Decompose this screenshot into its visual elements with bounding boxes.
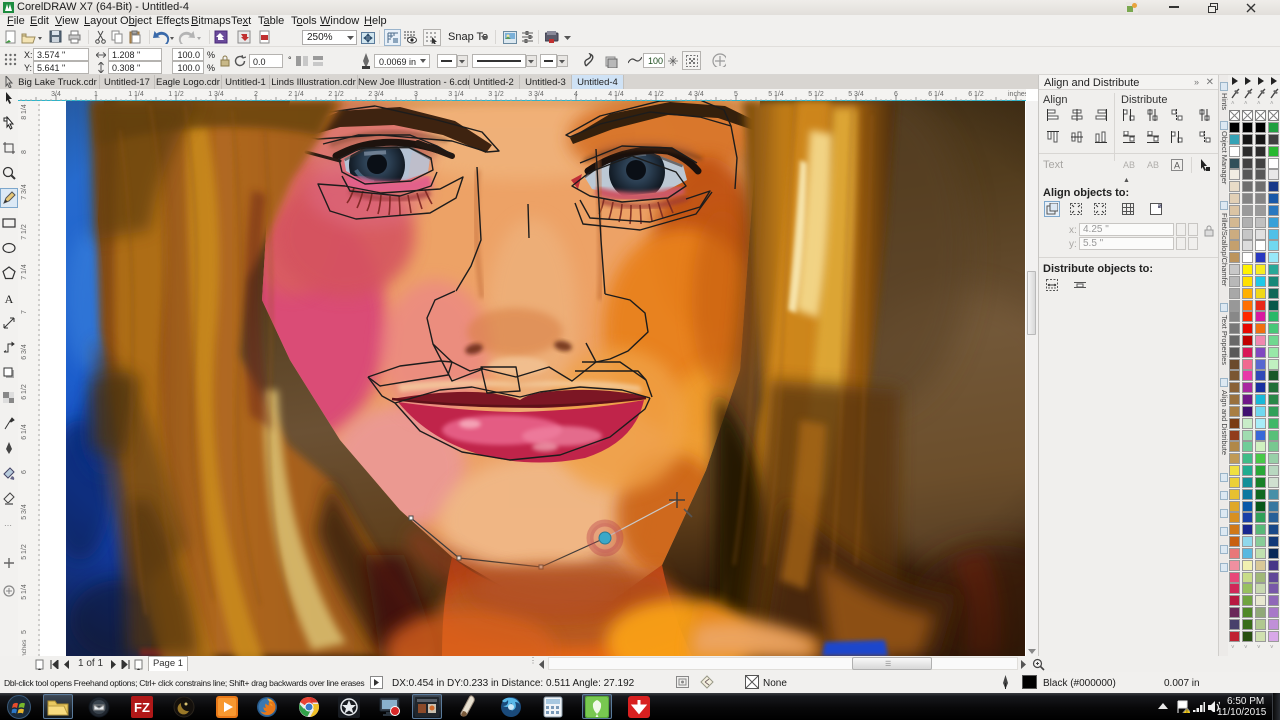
svg-text:2 3/4: 2 3/4	[368, 91, 384, 98]
svg-text:1: 1	[94, 91, 98, 98]
svg-text:6: 6	[21, 470, 28, 474]
svg-text:5: 5	[734, 91, 738, 98]
svg-text:4 1/4: 4 1/4	[608, 91, 624, 98]
svg-text:5 1/4: 5 1/4	[768, 91, 784, 98]
svg-text:3 1/2: 3 1/2	[488, 91, 504, 98]
svg-text:4 1/2: 4 1/2	[648, 91, 664, 98]
svg-text:2: 2	[254, 91, 258, 98]
svg-text:FZ: FZ	[134, 700, 150, 715]
svg-text:2 1/4: 2 1/4	[288, 91, 304, 98]
svg-text:inches: inches	[21, 639, 28, 656]
svg-text:5 3/4: 5 3/4	[21, 504, 28, 520]
svg-text:6 1/2: 6 1/2	[968, 91, 984, 98]
svg-text:5 1/4: 5 1/4	[21, 584, 28, 600]
svg-text:5: 5	[21, 630, 28, 634]
svg-text:A: A	[1174, 161, 1180, 171]
svg-text:3 1/4: 3 1/4	[448, 91, 464, 98]
svg-text:inches: inches	[1008, 91, 1026, 98]
svg-text:AB: AB	[1123, 160, 1135, 170]
svg-text:7 3/4: 7 3/4	[21, 184, 28, 200]
svg-text:1 1/2: 1 1/2	[168, 91, 184, 98]
svg-text:4: 4	[574, 91, 578, 98]
svg-text:7 1/4: 7 1/4	[21, 264, 28, 280]
svg-text:8 1/4: 8 1/4	[21, 104, 28, 120]
svg-text:3: 3	[414, 91, 418, 98]
svg-text:1 1/4: 1 1/4	[128, 91, 144, 98]
svg-text:2 1/2: 2 1/2	[328, 91, 344, 98]
svg-text:5 1/2: 5 1/2	[21, 544, 28, 560]
svg-text:6: 6	[894, 91, 898, 98]
svg-text:6 1/4: 6 1/4	[928, 91, 944, 98]
svg-text:1 3/4: 1 3/4	[208, 91, 224, 98]
svg-text:5 3/4: 5 3/4	[848, 91, 864, 98]
svg-text:6 1/2: 6 1/2	[21, 384, 28, 400]
svg-text:5 1/2: 5 1/2	[808, 91, 824, 98]
svg-text:7 1/2: 7 1/2	[21, 224, 28, 240]
svg-text:8: 8	[21, 150, 28, 154]
svg-text:6 3/4: 6 3/4	[21, 344, 28, 360]
svg-text:4 3/4: 4 3/4	[688, 91, 704, 98]
svg-text:6 1/4: 6 1/4	[21, 424, 28, 440]
svg-text:7: 7	[21, 310, 28, 314]
svg-text:A: A	[5, 292, 14, 305]
svg-text:3/4: 3/4	[51, 91, 61, 98]
svg-text:AB: AB	[1147, 160, 1159, 170]
svg-text:3 3/4: 3 3/4	[528, 91, 544, 98]
